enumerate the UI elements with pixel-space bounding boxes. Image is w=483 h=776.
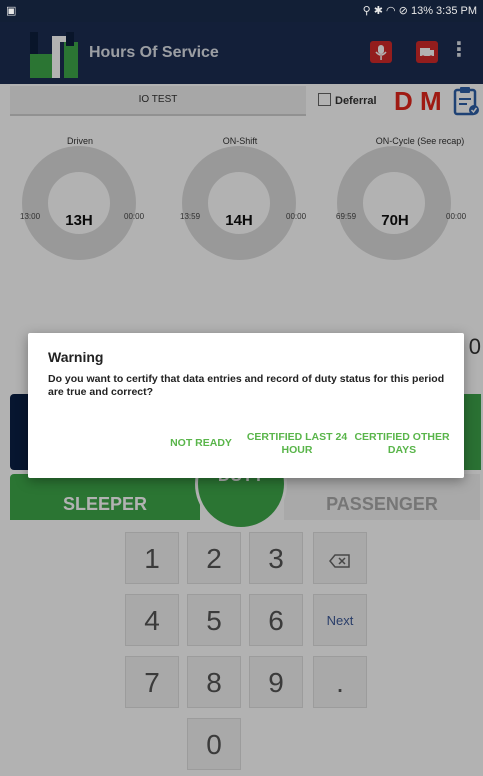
sync-icon: ⊘ bbox=[398, 5, 408, 17]
certify-dialog: Warning Do you want to certify that data… bbox=[28, 333, 464, 478]
wifi-icon: ◠ bbox=[386, 5, 396, 17]
notification-icon: ▣ bbox=[6, 5, 17, 17]
certified-other-days-button[interactable]: CERTIFIED OTHER DAYS bbox=[352, 431, 452, 457]
not-ready-button[interactable]: NOT READY bbox=[166, 437, 236, 450]
certified-last-24-button[interactable]: CERTIFIED LAST 24 HOUR bbox=[246, 431, 348, 457]
bluetooth-icon: ✱ bbox=[373, 5, 383, 17]
dialog-message: Do you want to certify that data entries… bbox=[48, 373, 445, 398]
status-bar: ▣ ⚲ ✱ ◠ ⊘ 13% 3:35 PM bbox=[0, 0, 483, 22]
status-bar-right: ⚲ ✱ ◠ ⊘ 13% 3:35 PM bbox=[363, 4, 477, 17]
dialog-title: Warning bbox=[48, 349, 104, 365]
status-text: 13% 3:35 PM bbox=[410, 5, 477, 17]
location-icon: ⚲ bbox=[362, 5, 371, 17]
